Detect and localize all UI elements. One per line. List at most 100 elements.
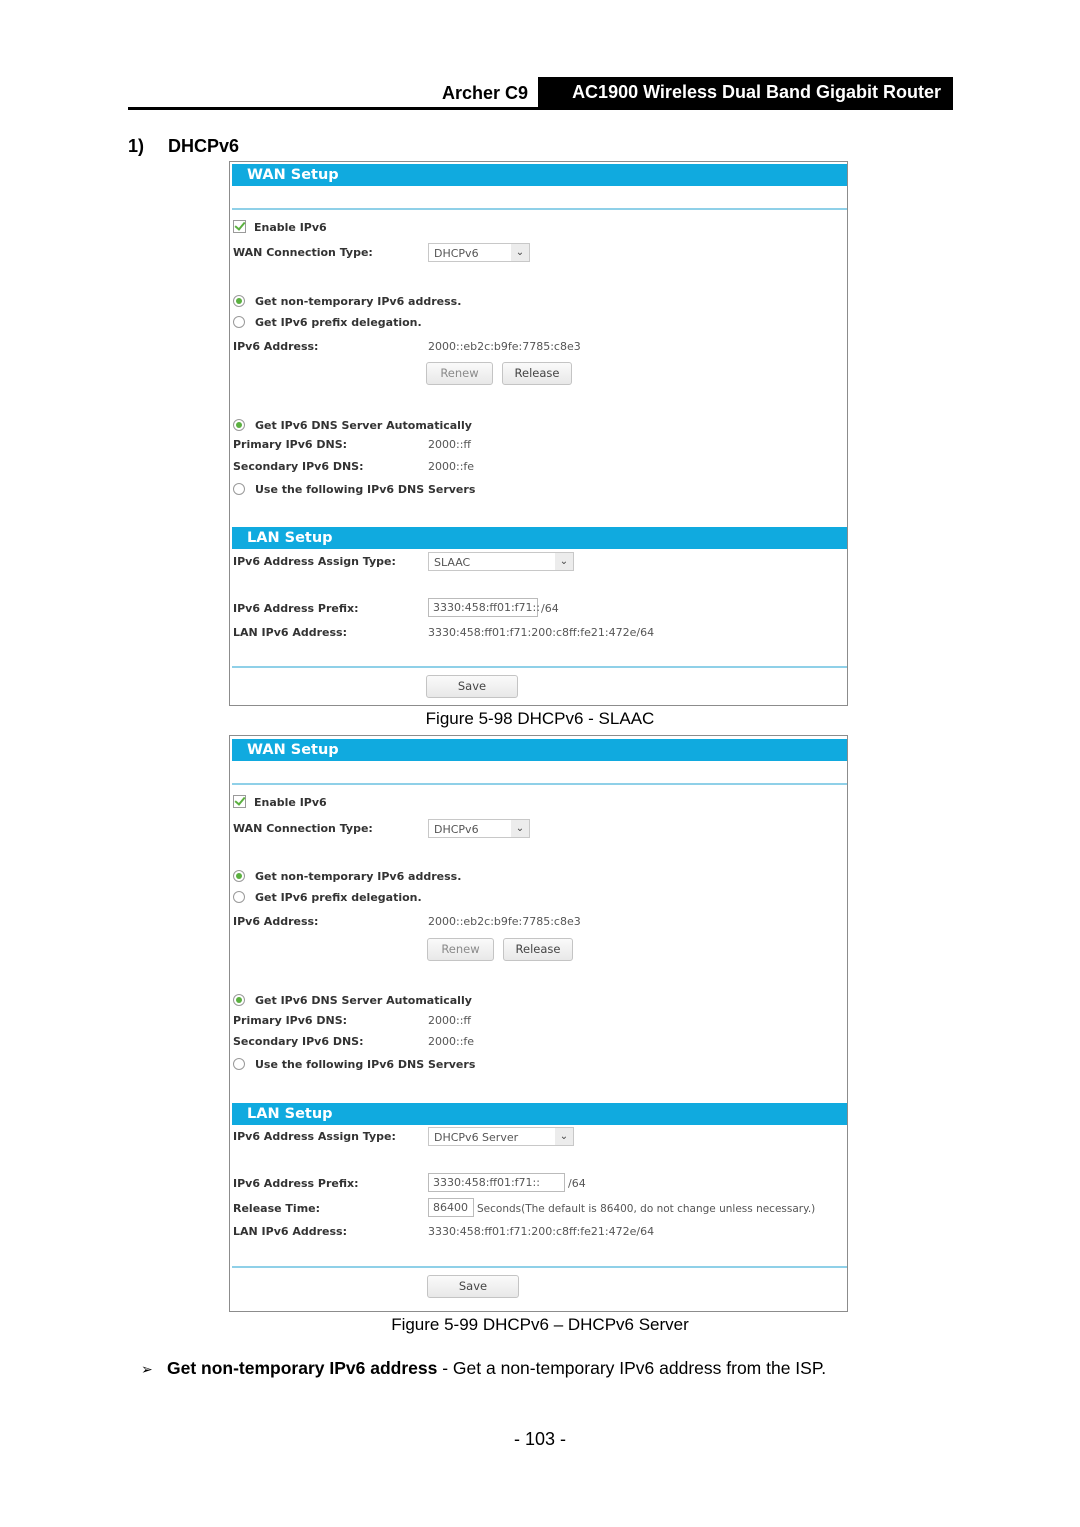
radio-selected-icon[interactable]: [233, 870, 245, 882]
release-time-row: Release Time: 86400 Seconds(The default …: [233, 1198, 843, 1218]
primary-dns-value: 2000::ff: [428, 1014, 471, 1027]
primary-dns-value: 2000::ff: [428, 438, 471, 451]
assign-type-value: DHCPv6 Server: [434, 1131, 519, 1144]
lan-setup-header: LAN Setup: [232, 527, 847, 549]
section-heading: 1) DHCPv6: [128, 136, 239, 157]
radio-unselected-icon[interactable]: [233, 1058, 245, 1070]
secondary-dns-label: Secondary IPv6 DNS:: [233, 460, 364, 473]
figure-caption: Figure 5-98 DHCPv6 - SLAAC: [425, 709, 655, 728]
assign-type-select[interactable]: SLAAC ⌄: [428, 552, 574, 571]
release-time-label: Release Time:: [233, 1202, 321, 1215]
figure-caption: Figure 5-99 DHCPv6 – DHCPv6 Server: [391, 1315, 689, 1334]
primary-dns-row: Primary IPv6 DNS: 2000::ff: [233, 1012, 633, 1030]
enable-ipv6-row[interactable]: Enable IPv6: [233, 794, 327, 812]
dns-auto-label: Get IPv6 DNS Server Automatically: [255, 419, 472, 432]
chevron-down-icon: ⌄: [555, 553, 573, 570]
release-time-note: Seconds(The default is 86400, do not cha…: [477, 1203, 816, 1215]
addr-option-prefix-delegation[interactable]: Get IPv6 prefix delegation.: [233, 314, 422, 332]
enable-ipv6-row[interactable]: Enable IPv6: [233, 219, 327, 237]
secondary-dns-row: Secondary IPv6 DNS: 2000::fe: [233, 1033, 633, 1051]
assign-type-label: IPv6 Address Assign Type:: [233, 1130, 396, 1143]
wan-connection-type-row: WAN Connection Type: DHCPv6 ⌄: [233, 819, 633, 838]
bullet-item: ➢ Get non-temporary IPv6 address - Get a …: [141, 1358, 826, 1379]
dns-auto-option[interactable]: Get IPv6 DNS Server Automatically: [233, 992, 472, 1010]
prefix-row: IPv6 Address Prefix: 3330:458:ff01:f71::…: [233, 598, 683, 618]
secondary-dns-value: 2000::fe: [428, 460, 475, 473]
release-time-input[interactable]: 86400: [428, 1198, 474, 1217]
chevron-down-icon: ⌄: [555, 1128, 573, 1145]
wan-connection-type-label: WAN Connection Type:: [233, 822, 373, 835]
lan-address-row: LAN IPv6 Address: 3330:458:ff01:f71:200:…: [233, 624, 733, 642]
radio-selected-icon[interactable]: [233, 295, 245, 307]
ipv6-address-row: IPv6 Address: 2000::eb2c:b9fe:7785:c8e3: [233, 338, 733, 356]
lan-address-value: 3330:458:ff01:f71:200:c8ff:fe21:472e/64: [428, 1225, 655, 1238]
radio-unselected-icon[interactable]: [233, 316, 245, 328]
addr-option-label: Get non-temporary IPv6 address.: [255, 295, 462, 308]
renew-button[interactable]: Renew: [426, 362, 493, 385]
prefix-input[interactable]: 3330:458:ff01:f71::: [428, 598, 540, 617]
secondary-dns-label: Secondary IPv6 DNS:: [233, 1035, 364, 1048]
release-button[interactable]: Release: [502, 362, 572, 385]
lan-address-row: LAN IPv6 Address: 3330:458:ff01:f71:200:…: [233, 1223, 733, 1241]
dns-auto-option[interactable]: Get IPv6 DNS Server Automatically: [233, 417, 472, 435]
radio-selected-icon[interactable]: [233, 419, 245, 431]
primary-dns-label: Primary IPv6 DNS:: [233, 438, 348, 451]
secondary-dns-value: 2000::fe: [428, 1035, 475, 1048]
arrow-bullet-icon: ➢: [141, 1361, 153, 1377]
prefix-label: IPv6 Address Prefix:: [233, 602, 359, 615]
enable-ipv6-label: Enable IPv6: [254, 221, 327, 234]
dns-manual-option[interactable]: Use the following IPv6 DNS Servers: [233, 1056, 475, 1074]
divider: [232, 666, 847, 668]
prefix-input[interactable]: 3330:458:ff01:f71::: [428, 1173, 565, 1192]
header-model: Archer C9: [441, 83, 528, 103]
renew-button[interactable]: Renew: [427, 938, 494, 961]
save-button[interactable]: Save: [426, 675, 518, 698]
wan-connection-type-select[interactable]: DHCPv6 ⌄: [428, 819, 530, 838]
primary-dns-label: Primary IPv6 DNS:: [233, 1014, 348, 1027]
assign-type-label: IPv6 Address Assign Type:: [233, 555, 396, 568]
divider: [232, 1266, 847, 1268]
radio-unselected-icon[interactable]: [233, 483, 245, 495]
wan-connection-type-row: WAN Connection Type: DHCPv6 ⌄: [233, 243, 633, 262]
prefix-suffix: /64: [568, 1177, 586, 1190]
ipv6-address-value: 2000::eb2c:b9fe:7785:c8e3: [428, 915, 581, 928]
bullet-description: - Get a non-temporary IPv6 address from …: [437, 1358, 827, 1378]
dns-manual-option[interactable]: Use the following IPv6 DNS Servers: [233, 481, 475, 499]
radio-selected-icon[interactable]: [233, 994, 245, 1006]
divider: [232, 208, 847, 210]
figure-panel-slaac: WAN Setup Enable IPv6 WAN Connection Typ…: [229, 161, 848, 706]
ipv6-address-row: IPv6 Address: 2000::eb2c:b9fe:7785:c8e3: [233, 913, 733, 931]
prefix-row: IPv6 Address Prefix: 3330:458:ff01:f71::…: [233, 1173, 683, 1193]
wan-connection-type-label: WAN Connection Type:: [233, 246, 373, 259]
dns-manual-label: Use the following IPv6 DNS Servers: [255, 483, 476, 496]
release-button[interactable]: Release: [503, 938, 573, 961]
divider: [232, 783, 847, 785]
wan-setup-header: WAN Setup: [232, 739, 847, 761]
addr-option-label: Get IPv6 prefix delegation.: [255, 891, 422, 904]
radio-unselected-icon[interactable]: [233, 891, 245, 903]
lan-address-value: 3330:458:ff01:f71:200:c8ff:fe21:472e/64: [428, 626, 655, 639]
assign-type-value: SLAAC: [434, 556, 471, 569]
enable-ipv6-checkbox[interactable]: [233, 220, 246, 233]
addr-option-nontemporary[interactable]: Get non-temporary IPv6 address.: [233, 293, 461, 311]
wan-connection-type-select[interactable]: DHCPv6 ⌄: [428, 243, 530, 262]
assign-type-select[interactable]: DHCPv6 Server ⌄: [428, 1127, 574, 1146]
figure-panel-dhcpv6-server: WAN Setup Enable IPv6 WAN Connection Typ…: [229, 735, 848, 1312]
lan-setup-header: LAN Setup: [232, 1103, 847, 1125]
wan-connection-type-value: DHCPv6: [434, 823, 479, 836]
dns-manual-label: Use the following IPv6 DNS Servers: [255, 1058, 476, 1071]
save-button[interactable]: Save: [427, 1275, 519, 1298]
enable-ipv6-checkbox[interactable]: [233, 795, 246, 808]
addr-option-nontemporary[interactable]: Get non-temporary IPv6 address.: [233, 868, 461, 886]
enable-ipv6-label: Enable IPv6: [254, 796, 327, 809]
header-product: AC1900 Wireless Dual Band Gigabit Router: [538, 77, 953, 107]
page-number: - 103 -: [513, 1429, 567, 1449]
chevron-down-icon: ⌄: [511, 820, 529, 837]
prefix-suffix: /64: [541, 602, 559, 615]
section-title: DHCPv6: [168, 136, 240, 156]
wan-connection-type-value: DHCPv6: [434, 247, 479, 260]
page-header: Archer C9 AC1900 Wireless Dual Band Giga…: [128, 77, 953, 110]
bullet-term: Get non-temporary IPv6 address: [167, 1358, 438, 1378]
addr-option-prefix-delegation[interactable]: Get IPv6 prefix delegation.: [233, 889, 422, 907]
ipv6-address-value: 2000::eb2c:b9fe:7785:c8e3: [428, 340, 581, 353]
